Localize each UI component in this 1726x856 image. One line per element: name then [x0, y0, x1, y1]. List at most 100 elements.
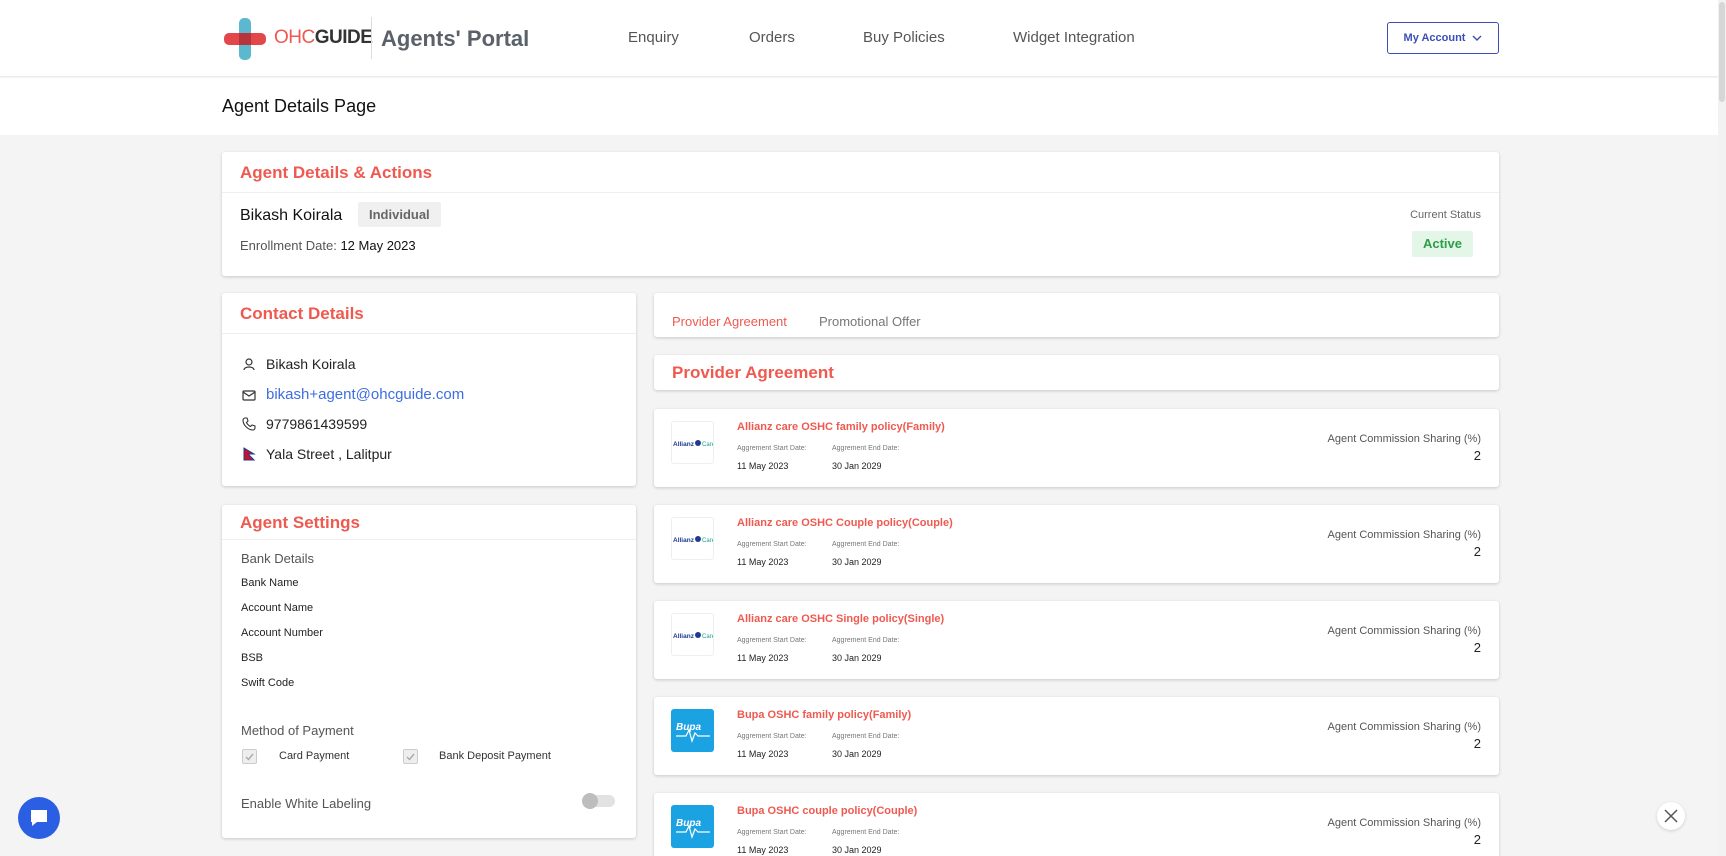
- agreement-end-date: 30 Jan 2029: [832, 557, 882, 567]
- contact-address-row: Yala Street , Lalitpur: [242, 446, 392, 462]
- top-navbar: OHCGUIDE Agents' Portal Enquiry Orders B…: [0, 0, 1726, 77]
- bank-deposit-checkbox[interactable]: [403, 749, 418, 764]
- policy-name[interactable]: Allianz care OSHC family policy(Family): [737, 421, 945, 433]
- commission-value: 2: [1473, 832, 1481, 847]
- status-badge[interactable]: Active: [1411, 231, 1473, 257]
- policy-name[interactable]: Bupa OSHC family policy(Family): [737, 709, 911, 721]
- check-icon: [245, 753, 254, 761]
- my-account-button[interactable]: My Account: [1387, 22, 1499, 54]
- card-payment-label: Card Payment: [279, 750, 350, 762]
- brand-part-ohc: OHC: [274, 27, 315, 48]
- agent-type-badge: Individual: [358, 202, 441, 227]
- contact-name-row: Bikash Koirala: [242, 356, 356, 372]
- bupa-logo-svg: Bupa: [675, 818, 710, 839]
- contact-email-link[interactable]: bikash+agent@ohcguide.com: [266, 386, 464, 403]
- agreement-end-date: 30 Jan 2029: [832, 653, 882, 663]
- commission-value: 2: [1473, 640, 1481, 655]
- allianz-logo-svg: Allianz Care: [673, 535, 713, 544]
- allianz-logo-text: Allianz: [673, 633, 695, 640]
- agreement-start-label: Aggrement Start Date:: [737, 445, 807, 452]
- commission-label: Agent Commission Sharing (%): [1327, 625, 1481, 637]
- allianz-logo-care-text: Care: [702, 634, 713, 640]
- agreement-end-label: Aggrement End Date:: [832, 829, 900, 836]
- card-payment-checkbox[interactable]: [242, 749, 257, 764]
- nav-widget-integration[interactable]: Widget Integration: [1013, 29, 1135, 46]
- tab-bar: Provider Agreement Promotional Offer: [654, 293, 1499, 337]
- allianz-logo-icon: Allianz Care: [671, 517, 714, 560]
- contact-email-row: bikash+agent@ohcguide.com: [242, 386, 464, 403]
- close-button[interactable]: [1657, 802, 1685, 830]
- current-status-label: Current Status: [1410, 209, 1481, 221]
- nav-enquiry[interactable]: Enquiry: [628, 29, 679, 46]
- agreement-end-label: Aggrement End Date:: [832, 445, 900, 452]
- phone-icon: [242, 417, 256, 431]
- check-icon: [406, 753, 415, 761]
- close-icon: [1664, 809, 1678, 823]
- enrollment-label: Enrollment Date:: [240, 238, 337, 253]
- scrollbar-thumb[interactable]: [1719, 2, 1725, 102]
- policy-card: Allianz Care Allianz care OSHC family poli…: [654, 409, 1499, 487]
- policy-name[interactable]: Allianz care OSHC Couple policy(Couple): [737, 517, 953, 529]
- bupa-logo-icon: Bupa: [671, 805, 714, 848]
- agreement-end-date: 30 Jan 2029: [832, 461, 882, 471]
- chat-button[interactable]: [18, 797, 60, 839]
- bupa-logo-icon: Bupa: [671, 709, 714, 752]
- nav-orders[interactable]: Orders: [749, 29, 795, 46]
- agent-name: Bikash Koirala: [240, 207, 343, 224]
- agreement-end-date: 30 Jan 2029: [832, 749, 882, 759]
- contact-address: Yala Street , Lalitpur: [266, 446, 392, 462]
- policy-card: Allianz Care Allianz care OSHC Single poli…: [654, 601, 1499, 679]
- allianz-logo-care-text: Care: [702, 538, 713, 544]
- brand-name[interactable]: OHCGUIDE: [274, 27, 373, 49]
- white-labeling-toggle[interactable]: [582, 793, 615, 809]
- divider: [222, 192, 1499, 193]
- policy-name[interactable]: Allianz care OSHC Single policy(Single): [737, 613, 944, 625]
- account-number-label: Account Number: [241, 627, 323, 639]
- commission-value: 2: [1473, 448, 1481, 463]
- bupa-logo-svg: Bupa: [675, 722, 710, 743]
- user-icon: [243, 358, 255, 371]
- commission-label: Agent Commission Sharing (%): [1327, 529, 1481, 541]
- nav-buy-policies[interactable]: Buy Policies: [863, 29, 945, 46]
- page-scrollbar[interactable]: [1718, 0, 1726, 856]
- bank-deposit-label: Bank Deposit Payment: [439, 750, 551, 762]
- tab-promotional-offer[interactable]: Promotional Offer: [819, 314, 921, 329]
- agreement-start-label: Aggrement Start Date:: [737, 637, 807, 644]
- contact-name: Bikash Koirala: [266, 356, 356, 372]
- divider: [222, 539, 636, 540]
- tab-provider-agreement[interactable]: Provider Agreement: [672, 314, 787, 329]
- commission-label: Agent Commission Sharing (%): [1327, 433, 1481, 445]
- agreement-end-label: Aggrement End Date:: [832, 541, 900, 548]
- policy-card: Allianz Care Allianz care OSHC Couple poli…: [654, 505, 1499, 583]
- brand-part-guide: GUIDE: [314, 27, 373, 48]
- page-title: Agent Details Page: [222, 96, 377, 116]
- provider-agreement-title: Provider Agreement: [672, 363, 834, 382]
- portal-title: Agents' Portal: [381, 26, 530, 51]
- agent-settings-title: Agent Settings: [240, 513, 360, 532]
- agreement-end-label: Aggrement End Date:: [832, 733, 900, 740]
- agreement-end-date: 30 Jan 2029: [832, 845, 882, 855]
- mail-icon: [242, 389, 256, 401]
- agent-details-card: Agent Details & Actions Bikash Koirala I…: [222, 152, 1499, 276]
- allianz-logo-care-text: Care: [702, 442, 713, 448]
- agreement-start-label: Aggrement Start Date:: [737, 733, 807, 740]
- agreement-end-label: Aggrement End Date:: [832, 637, 900, 644]
- commission-value: 2: [1473, 736, 1481, 751]
- swift-code-label: Swift Code: [241, 677, 295, 689]
- allianz-logo-svg: Allianz Care: [673, 439, 713, 448]
- bsb-label: BSB: [241, 652, 264, 664]
- ohcguide-logo-icon[interactable]: [224, 18, 266, 60]
- agreement-start-date: 11 May 2023: [737, 845, 789, 855]
- enrollment-date: Enrollment Date: 12 May 2023: [240, 238, 416, 253]
- allianz-logo-icon: Allianz Care: [671, 421, 714, 464]
- commission-label: Agent Commission Sharing (%): [1327, 817, 1481, 829]
- chat-icon: [31, 810, 47, 826]
- contact-phone-row: 9779861439599: [242, 416, 367, 432]
- agreement-start-date: 11 May 2023: [737, 749, 789, 759]
- commission-label: Agent Commission Sharing (%): [1327, 721, 1481, 733]
- agreement-start-date: 11 May 2023: [737, 557, 789, 567]
- allianz-logo-text: Allianz: [673, 441, 695, 448]
- policy-card: Bupa Bupa OSHC family policy(Family) Aggre…: [654, 697, 1499, 775]
- policy-name[interactable]: Bupa OSHC couple policy(Couple): [737, 805, 917, 817]
- allianz-logo-icon: Allianz Care: [671, 613, 714, 656]
